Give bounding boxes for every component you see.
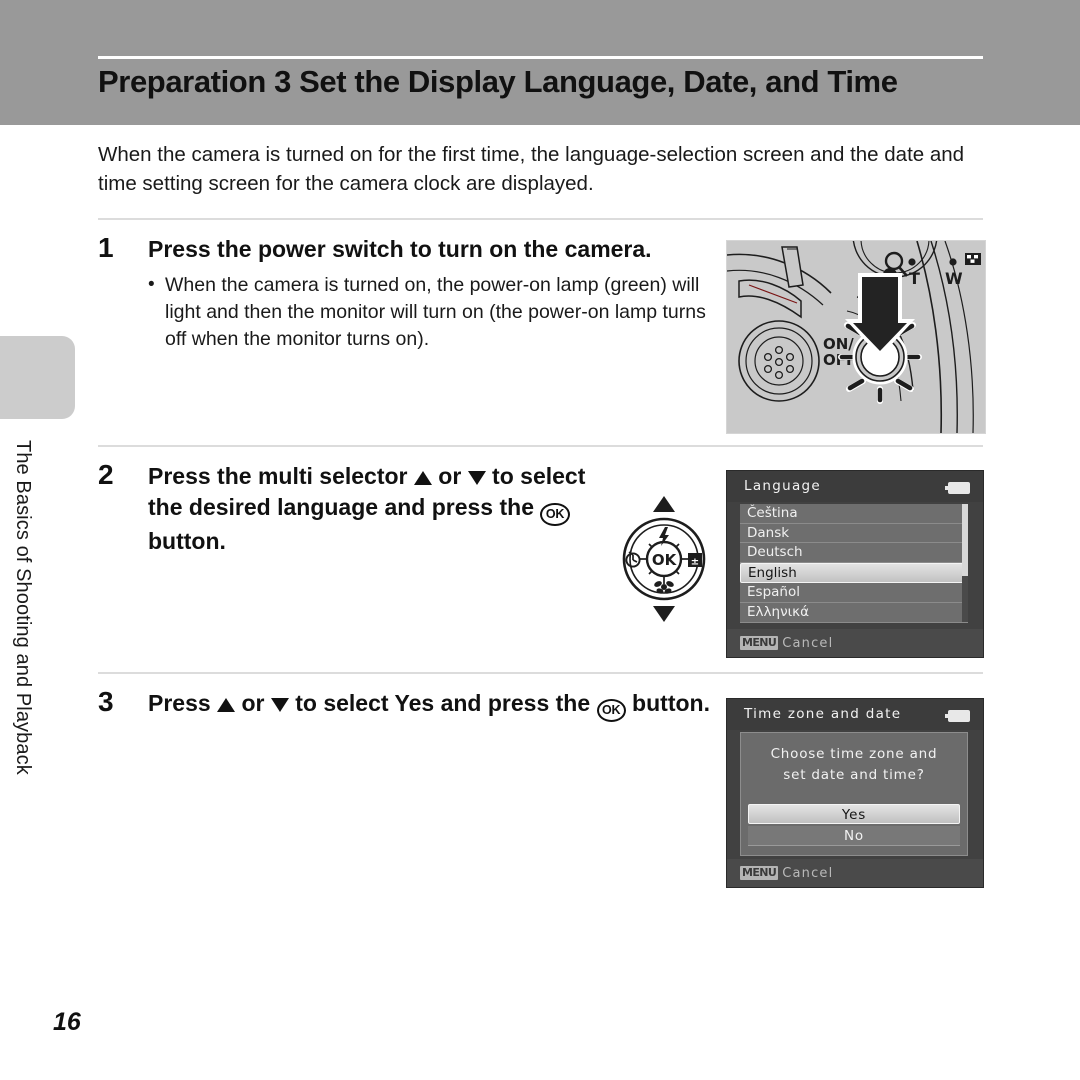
step-3-heading-part4: and press the <box>434 690 597 716</box>
language-screen: Language Čeština Dansk Deutsch English E… <box>726 470 984 658</box>
intro-paragraph: When the camera is turned on for the fir… <box>98 143 965 196</box>
menu-button-icon[interactable]: MENU <box>740 635 779 651</box>
svg-text:W: W <box>945 269 963 288</box>
divider-step1-step2 <box>98 445 983 447</box>
dial-ok-label: OK <box>652 551 678 569</box>
svg-text:T: T <box>909 269 920 288</box>
list-item[interactable]: Español <box>740 583 968 603</box>
arrow-down-icon <box>467 471 486 485</box>
list-item[interactable]: Dansk <box>740 524 968 544</box>
exposure-compensation-icon: ± <box>688 553 702 568</box>
step-2-number: 2 <box>98 459 114 490</box>
list-item[interactable]: Ελληνικά <box>740 603 968 623</box>
bullet-icon: • <box>148 274 155 295</box>
divider-step2-step3 <box>98 672 983 674</box>
arrow-up-icon <box>217 698 236 712</box>
scrollbar-thumb[interactable] <box>962 504 968 576</box>
thumbnail-grid-icon <box>965 253 981 265</box>
menu-button-icon[interactable]: MENU <box>740 865 779 881</box>
chapter-tab-marker <box>0 336 75 419</box>
battery-icon <box>945 710 970 722</box>
page-number: 16 <box>53 1008 81 1036</box>
page-title: Preparation 3 Set the Display Language, … <box>98 64 898 99</box>
battery-icon <box>945 482 970 494</box>
step-3-heading-yes: Yes <box>394 690 435 716</box>
timezone-screen-footer: MENU Cancel <box>727 859 983 887</box>
page-header-band: Preparation 3 Set the Display Language, … <box>0 0 1080 125</box>
step-1-number: 1 <box>98 232 114 263</box>
step-3-heading-part1: Press <box>148 690 218 716</box>
camera-top-view-illustration: ? T W ON/ OFF <box>726 240 986 434</box>
multi-selector-svg: OK ± <box>622 496 706 622</box>
dial-up-arrow-icon <box>653 496 675 512</box>
divider-top <box>98 218 983 220</box>
step-3-number: 3 <box>98 686 114 717</box>
step-2-heading-part2: or <box>431 463 468 489</box>
step-3-heading-part2: or <box>235 690 271 716</box>
chapter-label: The Basics of Shooting and Playback <box>12 440 34 775</box>
list-item[interactable]: Čeština <box>740 504 968 524</box>
timezone-message-line1: Choose time zone and <box>770 746 938 762</box>
ok-button-icon: OK <box>540 502 570 526</box>
multi-selector-illustration: OK ± <box>614 494 714 624</box>
language-screen-footer: MENU Cancel <box>727 629 983 657</box>
cancel-label: Cancel <box>782 865 834 881</box>
step-2-heading-part4: button. <box>148 527 226 554</box>
list-item-selected[interactable]: English <box>740 562 968 584</box>
ok-button-icon: OK <box>596 699 626 722</box>
timezone-screen: Time zone and date Choose time zone and … <box>726 698 984 888</box>
dial-down-arrow-icon <box>653 606 675 622</box>
step-3-heading-part3: to select <box>288 690 395 716</box>
no-button[interactable]: No <box>748 826 960 846</box>
svg-text:±: ± <box>691 557 699 568</box>
arrow-up-icon <box>413 471 432 485</box>
yes-button[interactable]: Yes <box>748 804 960 824</box>
header-rule <box>98 56 983 59</box>
language-list[interactable]: Čeština Dansk Deutsch English Español Ελ… <box>740 504 968 623</box>
timezone-dialog-body: Choose time zone and set date and time? … <box>740 732 968 856</box>
cancel-label: Cancel <box>782 635 834 651</box>
step-1-bullet-text: When the camera is turned on, the power-… <box>165 274 706 350</box>
timezone-message-line2: set date and time? <box>783 766 925 783</box>
camera-illustration-svg: ? T W ON/ OFF <box>727 241 985 433</box>
arrow-down-icon <box>270 698 289 712</box>
step-1-heading: Press the power switch to turn on the ca… <box>148 236 652 262</box>
step-3-heading-part5: button. <box>625 690 710 716</box>
timezone-message: Choose time zone and set date and time? <box>741 744 967 785</box>
step-2-heading-part1: Press the multi selector <box>148 463 414 489</box>
list-item[interactable]: Deutsch <box>740 543 968 563</box>
scrollbar[interactable] <box>962 504 968 622</box>
step-3-heading: Press or to select Yes and press the OK … <box>148 688 718 722</box>
step-1-body: • When the camera is turned on, the powe… <box>148 272 708 353</box>
step-2-heading: Press the multi selector or to select th… <box>148 461 608 556</box>
